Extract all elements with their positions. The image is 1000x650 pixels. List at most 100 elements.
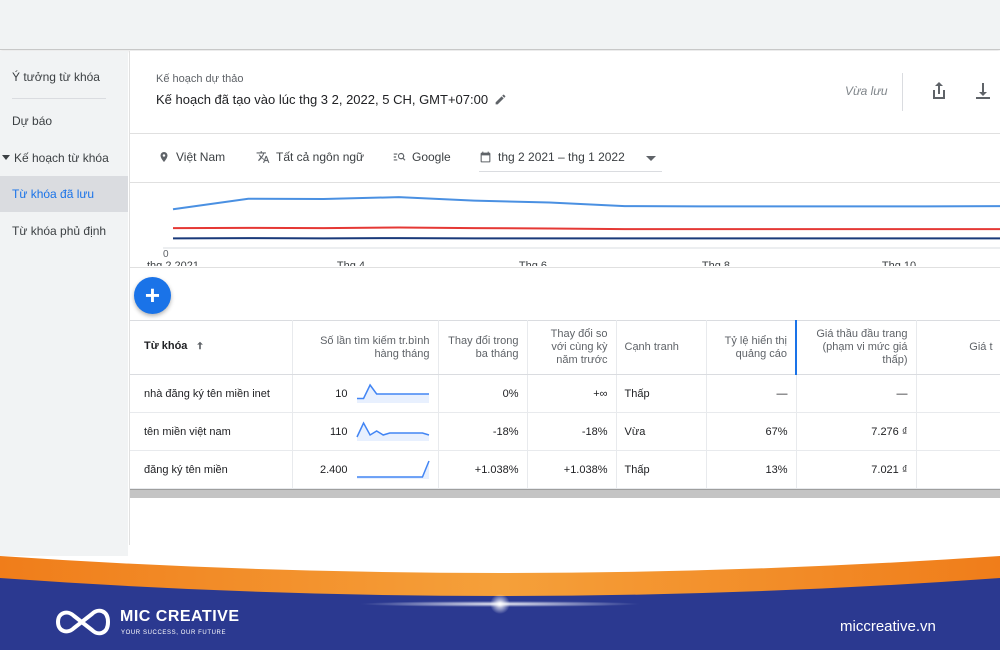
column-header-impression-share[interactable]: Tỷ lệ hiển thị quảng cáo [706,320,797,375]
sidebar-item-label: Từ khóa đã lưu [12,187,95,201]
caret-down-icon [2,155,10,161]
date-range-select[interactable]: thg 2 2021 – thg 1 2022 [479,146,662,172]
avg-searches-cell: 110 [292,412,439,451]
sidebar-item-keyword-ideas[interactable]: Ý tưởng từ khóa [0,59,128,95]
table-row[interactable]: nhà đăng ký tên miền inet 10 0% +∞ Thấp — — [130,374,1000,413]
avg-searches-value: 2.400 [319,464,348,476]
network-value: Google [412,150,451,164]
sidebar-item-forecast[interactable]: Dự báo [0,103,128,139]
top-bid-low-cell: 7.276 ₫ [796,412,917,451]
yoy-change-cell: +∞ [527,374,617,413]
avg-searches-cell: 2.400 [292,450,439,489]
column-header-yoy-change[interactable]: Thay đổi so với cùng kỳ năm trước [527,320,617,375]
language-filter[interactable]: Tất cả ngôn ngữ [256,150,364,164]
filter-bar: Việt Nam Tất cả ngôn ngữ Google thg 2 20… [130,133,1000,183]
column-header-top-bid-low[interactable]: Giá thầu đầu trang (phạm vi mức giá thấp… [796,320,917,375]
column-header-three-month-change[interactable]: Thay đổi trong ba tháng [438,320,528,375]
header-divider [902,73,903,111]
website-link[interactable]: miccreative.vn [840,618,936,635]
impression-share-cell: — [706,374,797,413]
top-bid-high-cell [916,374,1000,413]
trend-series-1 [172,226,1000,231]
x-tick-label: Thg 4 [337,260,365,266]
location-pin-icon [160,152,168,162]
sparkline-line [356,460,430,478]
add-keyword-button[interactable]: + [134,277,171,314]
top-bid-high-cell [916,450,1000,489]
action-bar: + [130,267,1000,320]
keyword-cell: nhà đăng ký tên miền inet [130,374,293,413]
yoy-change-cell: -18% [527,412,617,451]
sidebar-divider [12,98,106,99]
language-value: Tất cả ngôn ngữ [276,150,365,164]
sidebar-item-negative-keywords[interactable]: Từ khóa phủ định [0,213,128,249]
plan-title-text: Kế hoạch đã tạo vào lúc thg 3 2, 2022, 5… [156,92,489,107]
table-row[interactable]: đăng ký tên miền 2.400 +1.038% +1.038% Thấp 1… [130,450,1000,489]
main-panel: Kế hoạch dự thảo Kế hoạch đã tạo vào lúc… [129,51,1000,545]
plan-title[interactable]: Kế hoạch đã tạo vào lúc thg 3 2, 2022, 5… [156,92,507,109]
dropdown-caret-icon [646,156,656,161]
impression-share-cell: 67% [706,412,797,451]
table-row[interactable]: tên miền việt nam 110 -18% -18% Vừa 67% 7.276 … [130,412,1000,451]
sidebar-item-saved-keywords[interactable]: Từ khóa đã lưu [0,176,128,212]
trend-chart: 0 thg 2 2021 Thg 4 Thg 6 Thg 8 Thg 10 [130,184,1000,272]
top-bid-low-cell: — [796,374,917,413]
competition-cell: Thấp [616,374,707,413]
column-header-top-bid-high[interactable]: Giá t [916,320,1000,375]
keyword-cell: tên miền việt nam [130,412,293,451]
sidebar-item-label: Từ khóa phủ định [12,224,107,238]
brand-name: MIC CREATIVE [120,608,240,625]
sidebar-item-label: Ý tưởng từ khóa [12,70,100,84]
brand-tagline: YOUR SUCCESS, OUR FUTURE [121,630,227,636]
y-tick-label: 0 [163,249,169,260]
x-tick-label: thg 2 2021 [147,260,199,266]
column-header-keyword[interactable]: Từ khóa [130,320,293,375]
location-filter[interactable]: Việt Nam [158,150,225,164]
avg-searches-cell: 10 [292,374,439,413]
keyword-table: Từ khóa Số lần tìm kiếm tr.bình hàng thá… [130,320,1000,489]
edit-icon[interactable] [494,93,507,109]
x-tick-label: Thg 8 [702,260,730,266]
x-tick-label: Thg 6 [519,260,547,266]
translate-icon [256,151,270,163]
footer-banner: MIC CREATIVE YOUR SUCCESS, OUR FUTURE mi… [0,556,1000,650]
competition-cell: Thấp [616,450,707,489]
three-month-change-cell: 0% [438,374,528,413]
sidebar-item-label: Kế hoạch từ khóa [14,151,109,165]
competition-cell: Vừa [616,412,707,451]
trend-chart-svg: 0thg 2 2021 Thg 4 Thg 6 Thg 8 Thg 10 [147,196,1000,272]
column-header-competition[interactable]: Cạnh tranh [616,320,707,375]
keyword-cell: đăng ký tên miền [130,450,293,489]
sidebar: Ý tưởng từ khóa Dự báo Kế hoạch từ khóa … [0,51,128,556]
column-header-avg-searches[interactable]: Số lần tìm kiếm tr.bình hàng tháng [292,320,439,375]
sort-ascending-icon[interactable] [195,340,205,355]
avg-searches-value: 110 [329,426,348,438]
save-status: Vừa lưu [845,84,888,98]
yoy-change-cell: +1.038% [527,450,617,489]
trend-series-0 [172,196,1000,211]
download-icon[interactable] [971,79,995,103]
trend-sparkline [356,383,429,403]
network-filter[interactable]: Google [392,150,451,164]
table-header-row: Từ khóa Số lần tìm kiếm tr.bình hàng thá… [130,320,1000,375]
plan-status-label: Kế hoạch dự thảo [156,73,244,85]
share-icon[interactable] [927,79,951,103]
three-month-change-cell: +1.038% [438,450,528,489]
plus-icon: + [144,280,161,310]
sidebar-item-keyword-plan[interactable]: Kế hoạch từ khóa [0,140,128,176]
browser-top-bar [0,0,1000,50]
sidebar-item-label: Dự báo [12,114,53,128]
top-bid-low-cell: 7.021 ₫ [796,450,917,489]
trend-sparkline [355,421,429,441]
location-value: Việt Nam [176,150,226,164]
avg-searches-value: 10 [335,388,348,400]
impression-share-cell: 13% [706,450,797,489]
calendar-icon [480,151,491,163]
column-header-label: Từ khóa [144,340,188,352]
brand-logo [52,604,114,645]
three-month-change-cell: -18% [438,412,528,451]
top-bid-high-cell [916,412,1000,451]
horizontal-scrollbar[interactable] [130,489,1000,498]
search-network-icon [393,152,406,161]
x-tick-label: Thg 10 [882,260,916,266]
